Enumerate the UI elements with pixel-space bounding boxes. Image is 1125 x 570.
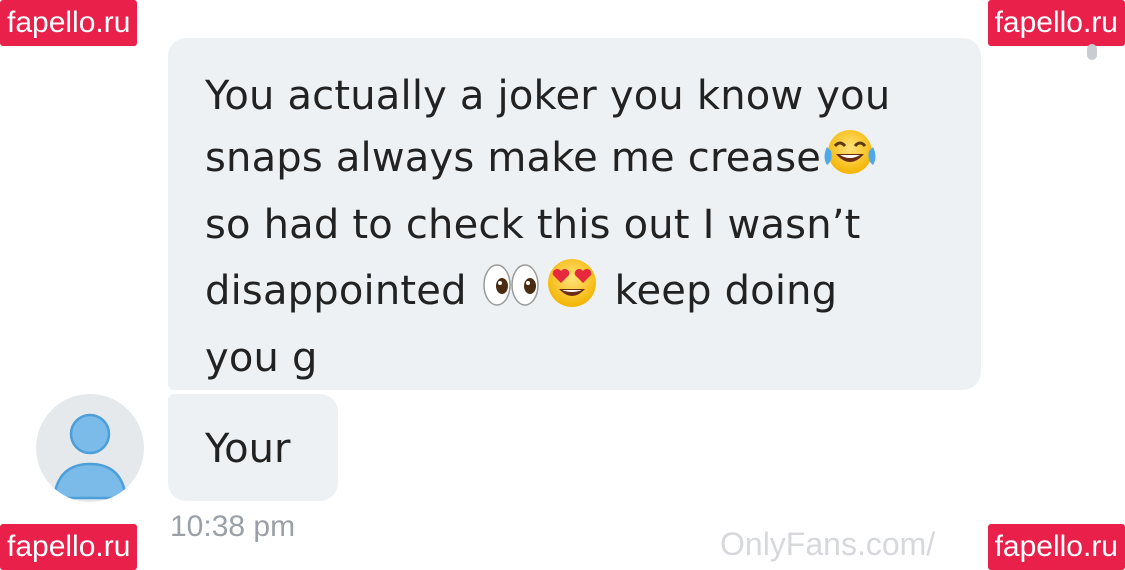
message-line-1: You actually a joker you know you [205,73,891,119]
eyes-icon [480,260,542,328]
message-line-2-text: snaps always make me crease [205,135,822,181]
message-line-3: so had to check this out I wasn’t [205,202,861,248]
watermark-bottom-left: fapello.ru [0,524,138,570]
default-user-icon [52,413,128,500]
scroll-indicator [1087,44,1097,60]
message-line-4-text: disappointed [205,268,467,314]
heart-eyes-icon [542,256,602,328]
message-line-4-tail: keep doing [614,268,838,314]
message-timestamp: 10:38 pm [170,510,296,543]
message-line-5: you g [205,335,318,381]
message-bubble-received-2[interactable]: Your [168,394,338,501]
onlyfans-watermark: OnlyFans.com/ [720,526,936,562]
message-bubble-received[interactable]: You actually a joker you know you snaps … [168,38,981,390]
message-text: You actually a joker you know you snaps … [205,66,950,389]
face-with-tears-of-joy-icon [821,127,879,195]
sender-avatar[interactable] [36,394,144,502]
watermark-top-right: fapello.ru [987,0,1125,46]
message-text-2: Your [205,426,291,472]
watermark-bottom-right: fapello.ru [987,524,1125,570]
message-line-4: disappointed keep doing [205,256,950,328]
watermark-top-left: fapello.ru [0,0,138,46]
message-line-2: snaps always make me crease [205,127,950,195]
